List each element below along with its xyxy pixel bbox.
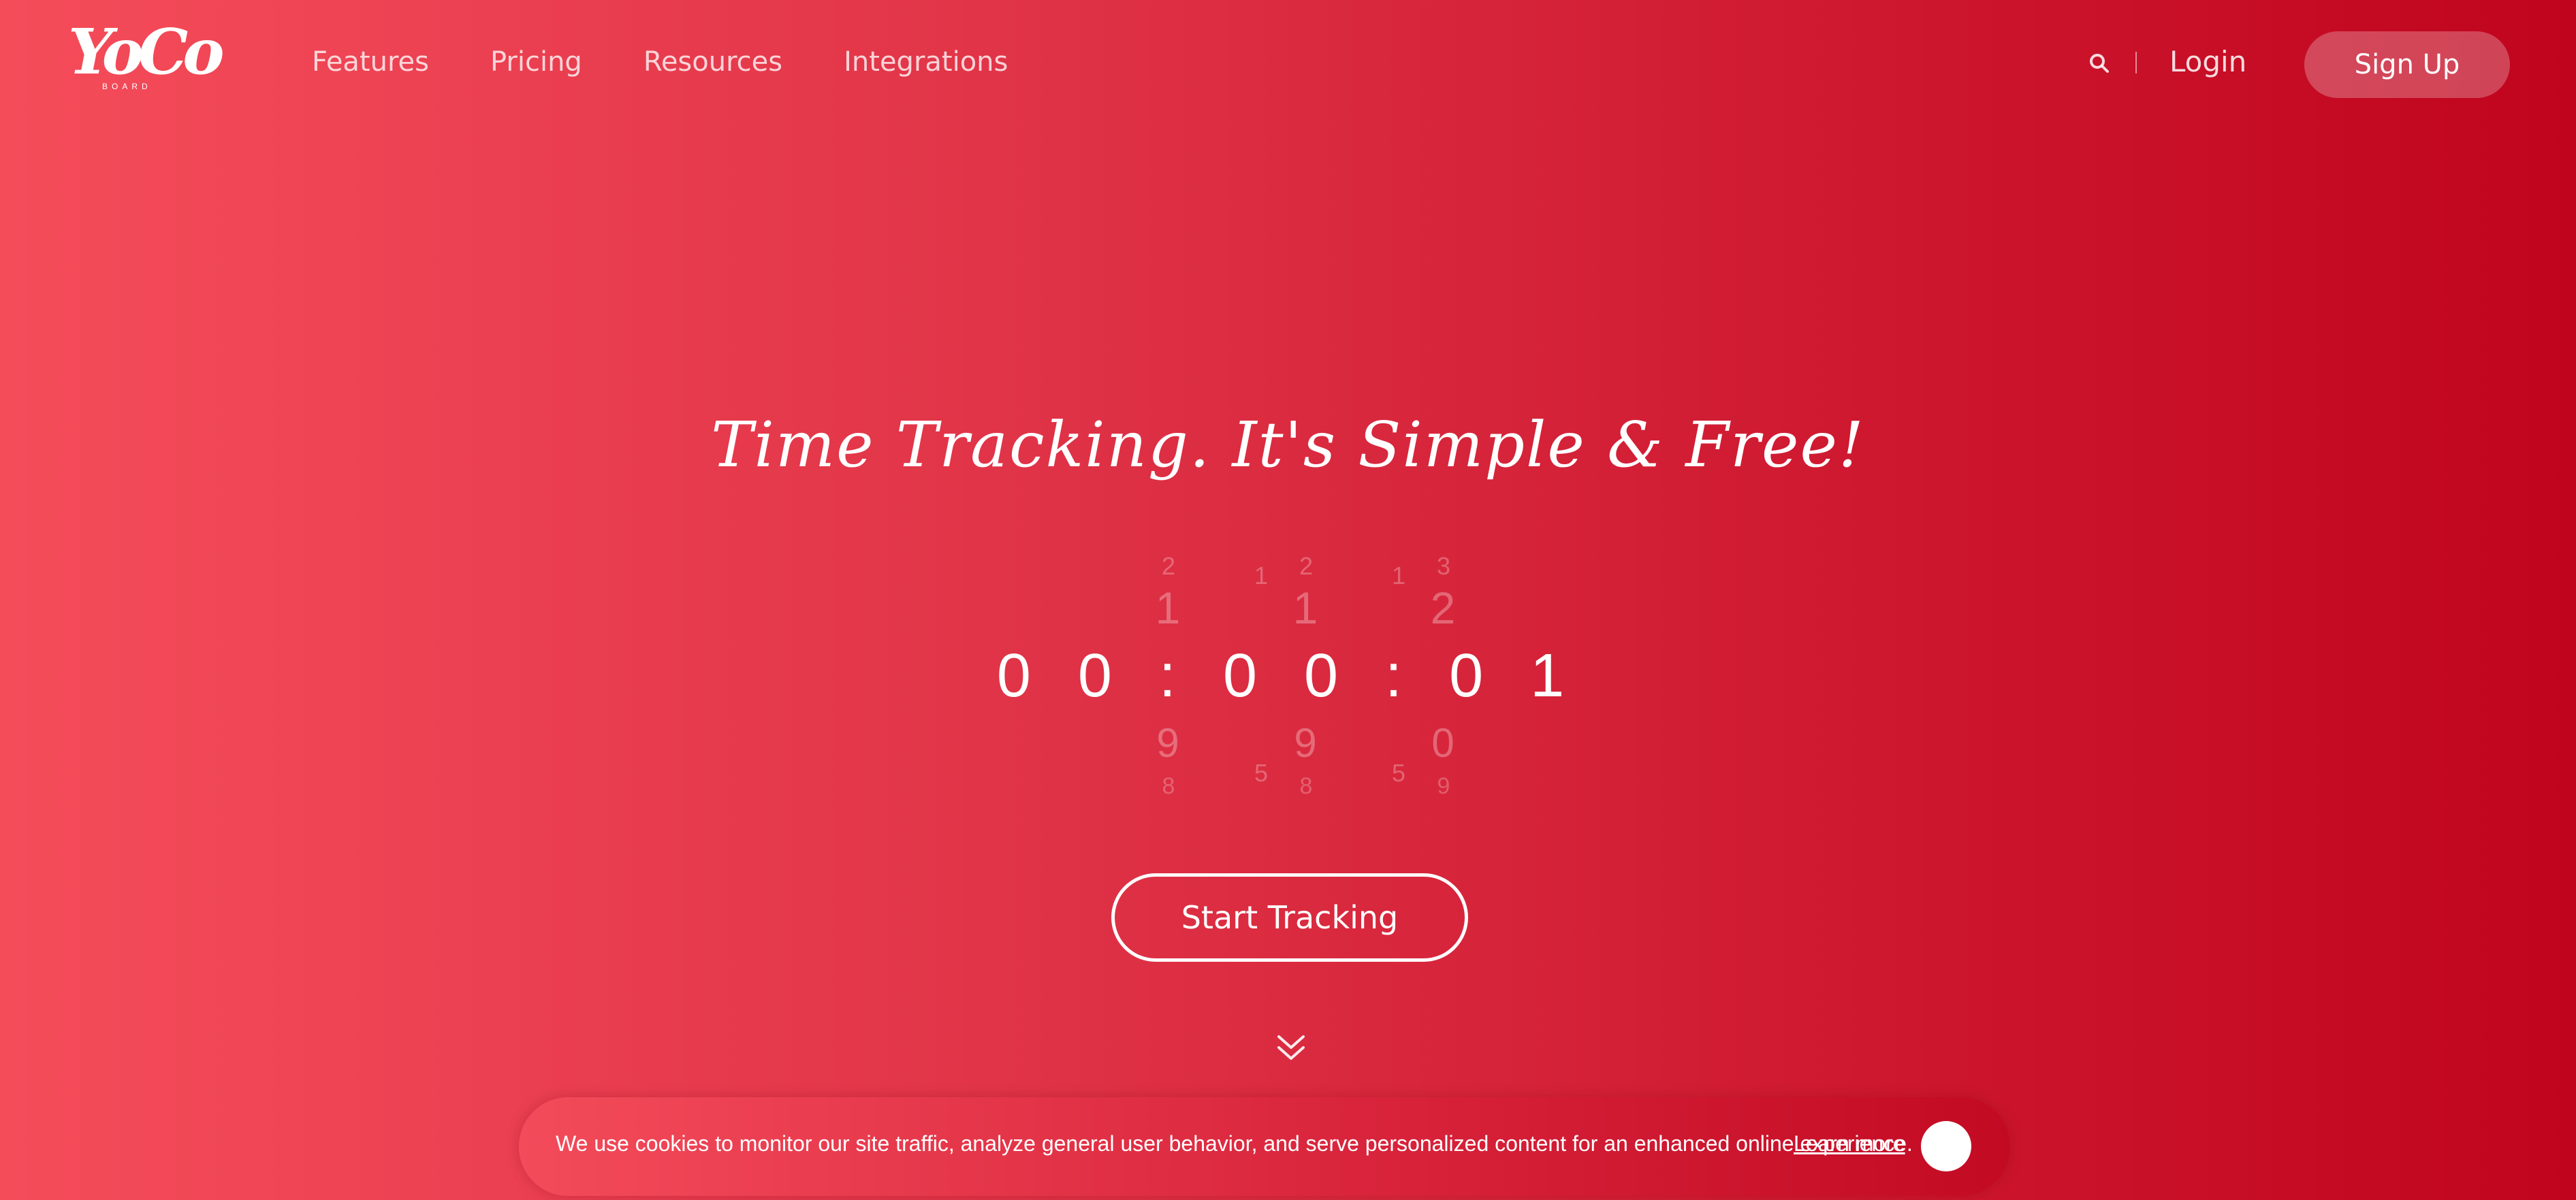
timer-sec-tens-up: 1	[1391, 562, 1406, 589]
search-icon[interactable]	[2089, 53, 2110, 74]
cookie-learn-more-link[interactable]: Learn more	[1794, 1131, 1905, 1156]
header-divider	[2135, 52, 2137, 74]
cookie-banner: We use cookies to monitor our site traff…	[519, 1097, 2010, 1196]
timer-current-time: 0 0 : 0 0 : 0 1	[996, 642, 1580, 710]
cookie-message: We use cookies to monitor our site traff…	[556, 1131, 1913, 1156]
timer-hours-up: 1	[1155, 583, 1181, 633]
logo[interactable]: YoCo BOARD	[68, 20, 225, 106]
timer-hours-down: 9	[1156, 720, 1179, 766]
login-link[interactable]: Login	[2169, 45, 2246, 78]
timer-min-tens-down: 5	[1254, 759, 1269, 787]
timer-hours-up-small: 2	[1161, 552, 1176, 580]
main-nav: Features Pricing Resources Integrations	[312, 46, 1008, 78]
timer-min-tens-up: 1	[1254, 562, 1269, 589]
timer-min-down-small: 8	[1299, 773, 1313, 799]
hero-headline: Time Tracking. It's Simple & Free!	[711, 408, 1865, 481]
nav-pricing[interactable]: Pricing	[490, 46, 582, 78]
nav-features[interactable]: Features	[312, 46, 429, 78]
nav-integrations[interactable]: Integrations	[844, 46, 1008, 78]
logo-subtext: BOARD	[102, 82, 152, 91]
timer-sec-up: 2	[1430, 583, 1456, 633]
start-tracking-button[interactable]: Start Tracking	[1111, 873, 1468, 962]
timer-sec-down: 0	[1431, 720, 1454, 766]
double-chevron-down-icon[interactable]	[1275, 1031, 1307, 1064]
timer-min-up-small: 2	[1299, 552, 1314, 580]
timer-sec-up-small: 3	[1436, 552, 1451, 580]
timer-sec-tens-down: 5	[1391, 759, 1406, 787]
cookie-accept-button[interactable]	[1921, 1121, 1971, 1171]
timer-min-down: 9	[1294, 720, 1317, 766]
signup-button[interactable]: Sign Up	[2304, 31, 2510, 98]
timer-sec-down-small: 9	[1437, 773, 1450, 799]
timer-min-up: 1	[1292, 583, 1318, 633]
timer-display: 2 1 9 8 1 5 2 1 9 8 1 5 3 2 0 9 0 0 : 0 …	[0, 545, 2576, 799]
timer-hours-down-small: 8	[1162, 773, 1175, 799]
nav-resources[interactable]: Resources	[643, 46, 782, 78]
logo-text: YoCo	[68, 15, 225, 88]
